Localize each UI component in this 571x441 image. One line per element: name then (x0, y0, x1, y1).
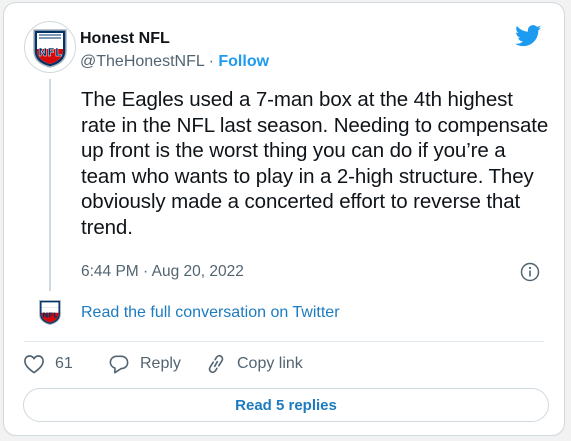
heart-icon (24, 355, 44, 374)
author-handle-row: @TheHonestNFL · Follow (80, 53, 269, 71)
tweet-text: The Eagles used a 7-man box at the 4th h… (81, 88, 549, 239)
copy-link-label: Copy link (237, 355, 303, 372)
nfl-shield-icon: NFL (33, 29, 67, 68)
svg-text:NFL: NFL (42, 310, 58, 319)
conversation-avatar[interactable]: NFL (36, 296, 64, 326)
read-replies-button[interactable]: Read 5 replies (23, 388, 549, 422)
nfl-shield-small-icon: NFL (39, 299, 61, 325)
thread-line (49, 79, 51, 291)
divider (24, 341, 544, 342)
separator-dot: · (208, 53, 214, 70)
avatar[interactable]: NFL (24, 21, 76, 73)
author-handle[interactable]: @TheHonestNFL (80, 53, 204, 70)
like-button[interactable]: 61 (23, 354, 73, 374)
svg-text:NFL: NFL (38, 46, 62, 59)
reply-bubble-icon (109, 355, 129, 374)
twitter-bird-icon[interactable] (515, 25, 542, 52)
link-icon (208, 354, 224, 374)
follow-button[interactable]: Follow (218, 53, 269, 70)
reply-button[interactable]: Reply (108, 354, 181, 374)
tweet-timestamp[interactable]: 6:44 PM · Aug 20, 2022 (81, 263, 244, 281)
reply-label: Reply (140, 355, 181, 372)
read-conversation-link[interactable]: Read the full conversation on Twitter (81, 304, 340, 322)
copy-link-button[interactable]: Copy link (205, 354, 303, 374)
like-count: 61 (55, 355, 73, 372)
author-name[interactable]: Honest NFL (80, 30, 170, 48)
info-icon[interactable] (520, 262, 540, 287)
tweet-card: NFL Honest NFL @TheHonestNFL · Follow Th… (3, 2, 565, 436)
